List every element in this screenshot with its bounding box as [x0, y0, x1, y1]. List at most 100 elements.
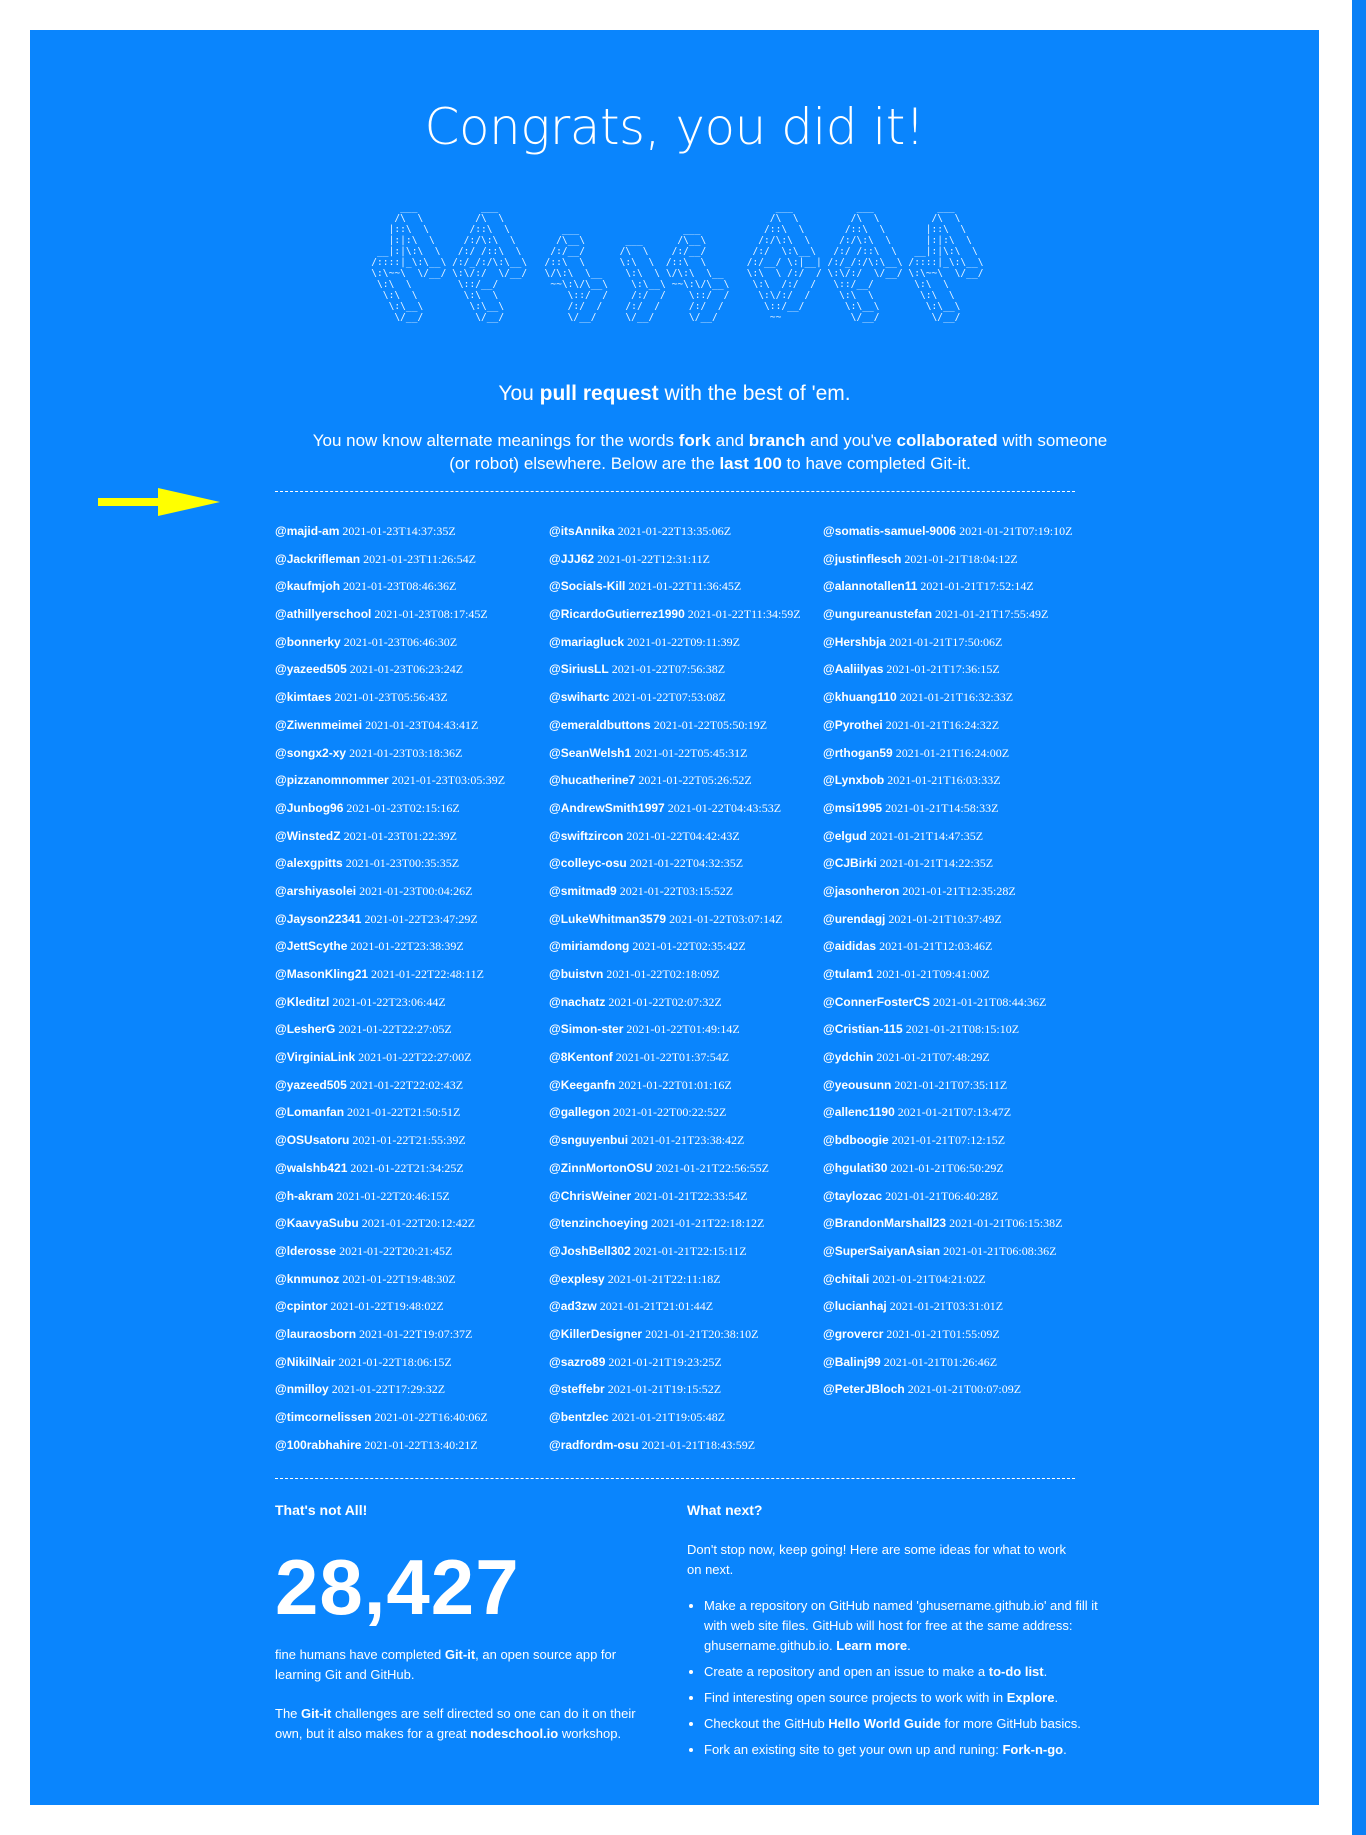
completer-username-link[interactable]: @athillyerschool: [275, 607, 371, 621]
completer-username-link[interactable]: @somatis-samuel-9006: [823, 524, 956, 538]
completer-username-link[interactable]: @RicardoGutierrez1990: [549, 607, 685, 621]
completer-username-link[interactable]: @kaufmjoh: [275, 579, 340, 593]
completer-username-link[interactable]: @steffebr: [549, 1382, 605, 1396]
completer-username-link[interactable]: @JJJ62: [549, 552, 594, 566]
completer-username-link[interactable]: @JettScythe: [275, 939, 347, 953]
completer-username-link[interactable]: @Pyrothei: [823, 718, 883, 732]
completer-username-link[interactable]: @ConnerFosterCS: [823, 995, 930, 1009]
completer-username-link[interactable]: @explesy: [549, 1272, 605, 1286]
completer-username-link[interactable]: @Junbog96: [275, 801, 343, 815]
completer-username-link[interactable]: @ungureanustefan: [823, 607, 932, 621]
completer-username-link[interactable]: @majid-am: [275, 524, 339, 538]
completer-username-link[interactable]: @gallegon: [549, 1105, 610, 1119]
git-it-link[interactable]: Git-it: [445, 1647, 475, 1662]
completer-username-link[interactable]: @Socials-Kill: [549, 579, 625, 593]
completer-username-link[interactable]: @grovercr: [823, 1327, 883, 1341]
idea-link[interactable]: Explore: [1007, 1690, 1055, 1705]
completer-username-link[interactable]: @walshb421: [275, 1161, 347, 1175]
completer-username-link[interactable]: @CJBirki: [823, 856, 877, 870]
completer-username-link[interactable]: @Jackrifleman: [275, 552, 360, 566]
completer-username-link[interactable]: @tulam1: [823, 967, 873, 981]
completer-username-link[interactable]: @KillerDesigner: [549, 1327, 642, 1341]
completer-username-link[interactable]: @bdboogie: [823, 1133, 889, 1147]
idea-link[interactable]: Fork-n-go: [1002, 1742, 1063, 1757]
completer-username-link[interactable]: @100rabhahire: [275, 1438, 361, 1452]
completer-username-link[interactable]: @itsAnnika: [549, 524, 615, 538]
completer-username-link[interactable]: @LesherG: [275, 1022, 335, 1036]
completer-username-link[interactable]: @Simon-ster: [549, 1022, 623, 1036]
completer-username-link[interactable]: @BrandonMarshall23: [823, 1216, 946, 1230]
completer-username-link[interactable]: @jasonheron: [823, 884, 899, 898]
completer-username-link[interactable]: @ydchin: [823, 1050, 873, 1064]
completer-username-link[interactable]: @urendagj: [823, 912, 885, 926]
completer-username-link[interactable]: @rthogan59: [823, 746, 893, 760]
git-it-challenges-link[interactable]: Git-it: [301, 1706, 331, 1721]
completer-username-link[interactable]: @JoshBell302: [549, 1244, 631, 1258]
completer-username-link[interactable]: @WinstedZ: [275, 829, 341, 843]
completer-username-link[interactable]: @yeousunn: [823, 1078, 891, 1092]
completer-username-link[interactable]: @Ziwenmeimei: [275, 718, 362, 732]
completer-username-link[interactable]: @SiriusLL: [549, 662, 609, 676]
completer-username-link[interactable]: @timcornelissen: [275, 1410, 371, 1424]
completer-username-link[interactable]: @ZinnMortonOSU: [549, 1161, 653, 1175]
completer-username-link[interactable]: @KaavyaSubu: [275, 1216, 359, 1230]
completer-username-link[interactable]: @h-akram: [275, 1189, 333, 1203]
idea-link[interactable]: to-do list: [989, 1664, 1044, 1679]
completer-username-link[interactable]: @elgud: [823, 829, 867, 843]
completer-username-link[interactable]: @radfordm-osu: [549, 1438, 639, 1452]
completer-username-link[interactable]: @tenzinchoeying: [549, 1216, 648, 1230]
completer-username-link[interactable]: @bonnerky: [275, 635, 341, 649]
completer-username-link[interactable]: @yazeed505: [275, 1078, 347, 1092]
completer-username-link[interactable]: @VirginiaLink: [275, 1050, 355, 1064]
completer-username-link[interactable]: @alannotallen11: [823, 579, 917, 593]
completer-username-link[interactable]: @smitmad9: [549, 884, 617, 898]
completer-username-link[interactable]: @SuperSaiyanAsian: [823, 1244, 940, 1258]
completer-username-link[interactable]: @colleyc-osu: [549, 856, 627, 870]
completer-username-link[interactable]: @mariagluck: [549, 635, 624, 649]
completer-username-link[interactable]: @ChrisWeiner: [549, 1189, 631, 1203]
completer-username-link[interactable]: @MasonKling21: [275, 967, 368, 981]
completer-username-link[interactable]: @Cristian-115: [823, 1022, 903, 1036]
completer-username-link[interactable]: @yazeed505: [275, 662, 347, 676]
completer-username-link[interactable]: @Kleditzl: [275, 995, 329, 1009]
completer-username-link[interactable]: @sazro89: [549, 1355, 605, 1369]
completer-username-link[interactable]: @alexgpitts: [275, 856, 343, 870]
completer-username-link[interactable]: @Jayson22341: [275, 912, 361, 926]
completer-username-link[interactable]: @msi1995: [823, 801, 882, 815]
completer-username-link[interactable]: @chitali: [823, 1272, 869, 1286]
completer-username-link[interactable]: @khuang110: [823, 690, 897, 704]
idea-link[interactable]: Learn more: [836, 1638, 907, 1653]
completer-username-link[interactable]: @emeraldbuttons: [549, 718, 651, 732]
completer-username-link[interactable]: @snguyenbui: [549, 1133, 628, 1147]
completer-username-link[interactable]: @Balinj99: [823, 1355, 881, 1369]
idea-link[interactable]: Hello World Guide: [828, 1716, 940, 1731]
completer-username-link[interactable]: @Lynxbob: [823, 773, 884, 787]
completer-username-link[interactable]: @AndrewSmith1997: [549, 801, 665, 815]
completer-username-link[interactable]: @cpintor: [275, 1299, 327, 1313]
completer-username-link[interactable]: @swiftzircon: [549, 829, 623, 843]
completer-username-link[interactable]: @knmunoz: [275, 1272, 339, 1286]
completer-username-link[interactable]: @taylozac: [823, 1189, 882, 1203]
completer-username-link[interactable]: @hgulati30: [823, 1161, 887, 1175]
nodeschool-link[interactable]: nodeschool.io: [470, 1726, 558, 1741]
completer-username-link[interactable]: @Hershbja: [823, 635, 886, 649]
completer-username-link[interactable]: @Keeganfn: [549, 1078, 615, 1092]
completer-username-link[interactable]: @kimtaes: [275, 690, 331, 704]
completer-username-link[interactable]: @lucianhaj: [823, 1299, 887, 1313]
completer-username-link[interactable]: @hucatherine7: [549, 773, 635, 787]
completer-username-link[interactable]: @Aaliilyas: [823, 662, 883, 676]
completer-username-link[interactable]: @nmilloy: [275, 1382, 329, 1396]
completer-username-link[interactable]: @8Kentonf: [549, 1050, 613, 1064]
completer-username-link[interactable]: @buistvn: [549, 967, 603, 981]
completer-username-link[interactable]: @swihartc: [549, 690, 609, 704]
completer-username-link[interactable]: @miriamdong: [549, 939, 629, 953]
completer-username-link[interactable]: @NikilNair: [275, 1355, 335, 1369]
completer-username-link[interactable]: @ad3zw: [549, 1299, 597, 1313]
completer-username-link[interactable]: @OSUsatoru: [275, 1133, 349, 1147]
completer-username-link[interactable]: @bentzlec: [549, 1410, 609, 1424]
completer-username-link[interactable]: @justinflesch: [823, 552, 901, 566]
completer-username-link[interactable]: @Lomanfan: [275, 1105, 344, 1119]
completer-username-link[interactable]: @songx2-xy: [275, 746, 346, 760]
completer-username-link[interactable]: @PeterJBloch: [823, 1382, 905, 1396]
completer-username-link[interactable]: @nachatz: [549, 995, 605, 1009]
